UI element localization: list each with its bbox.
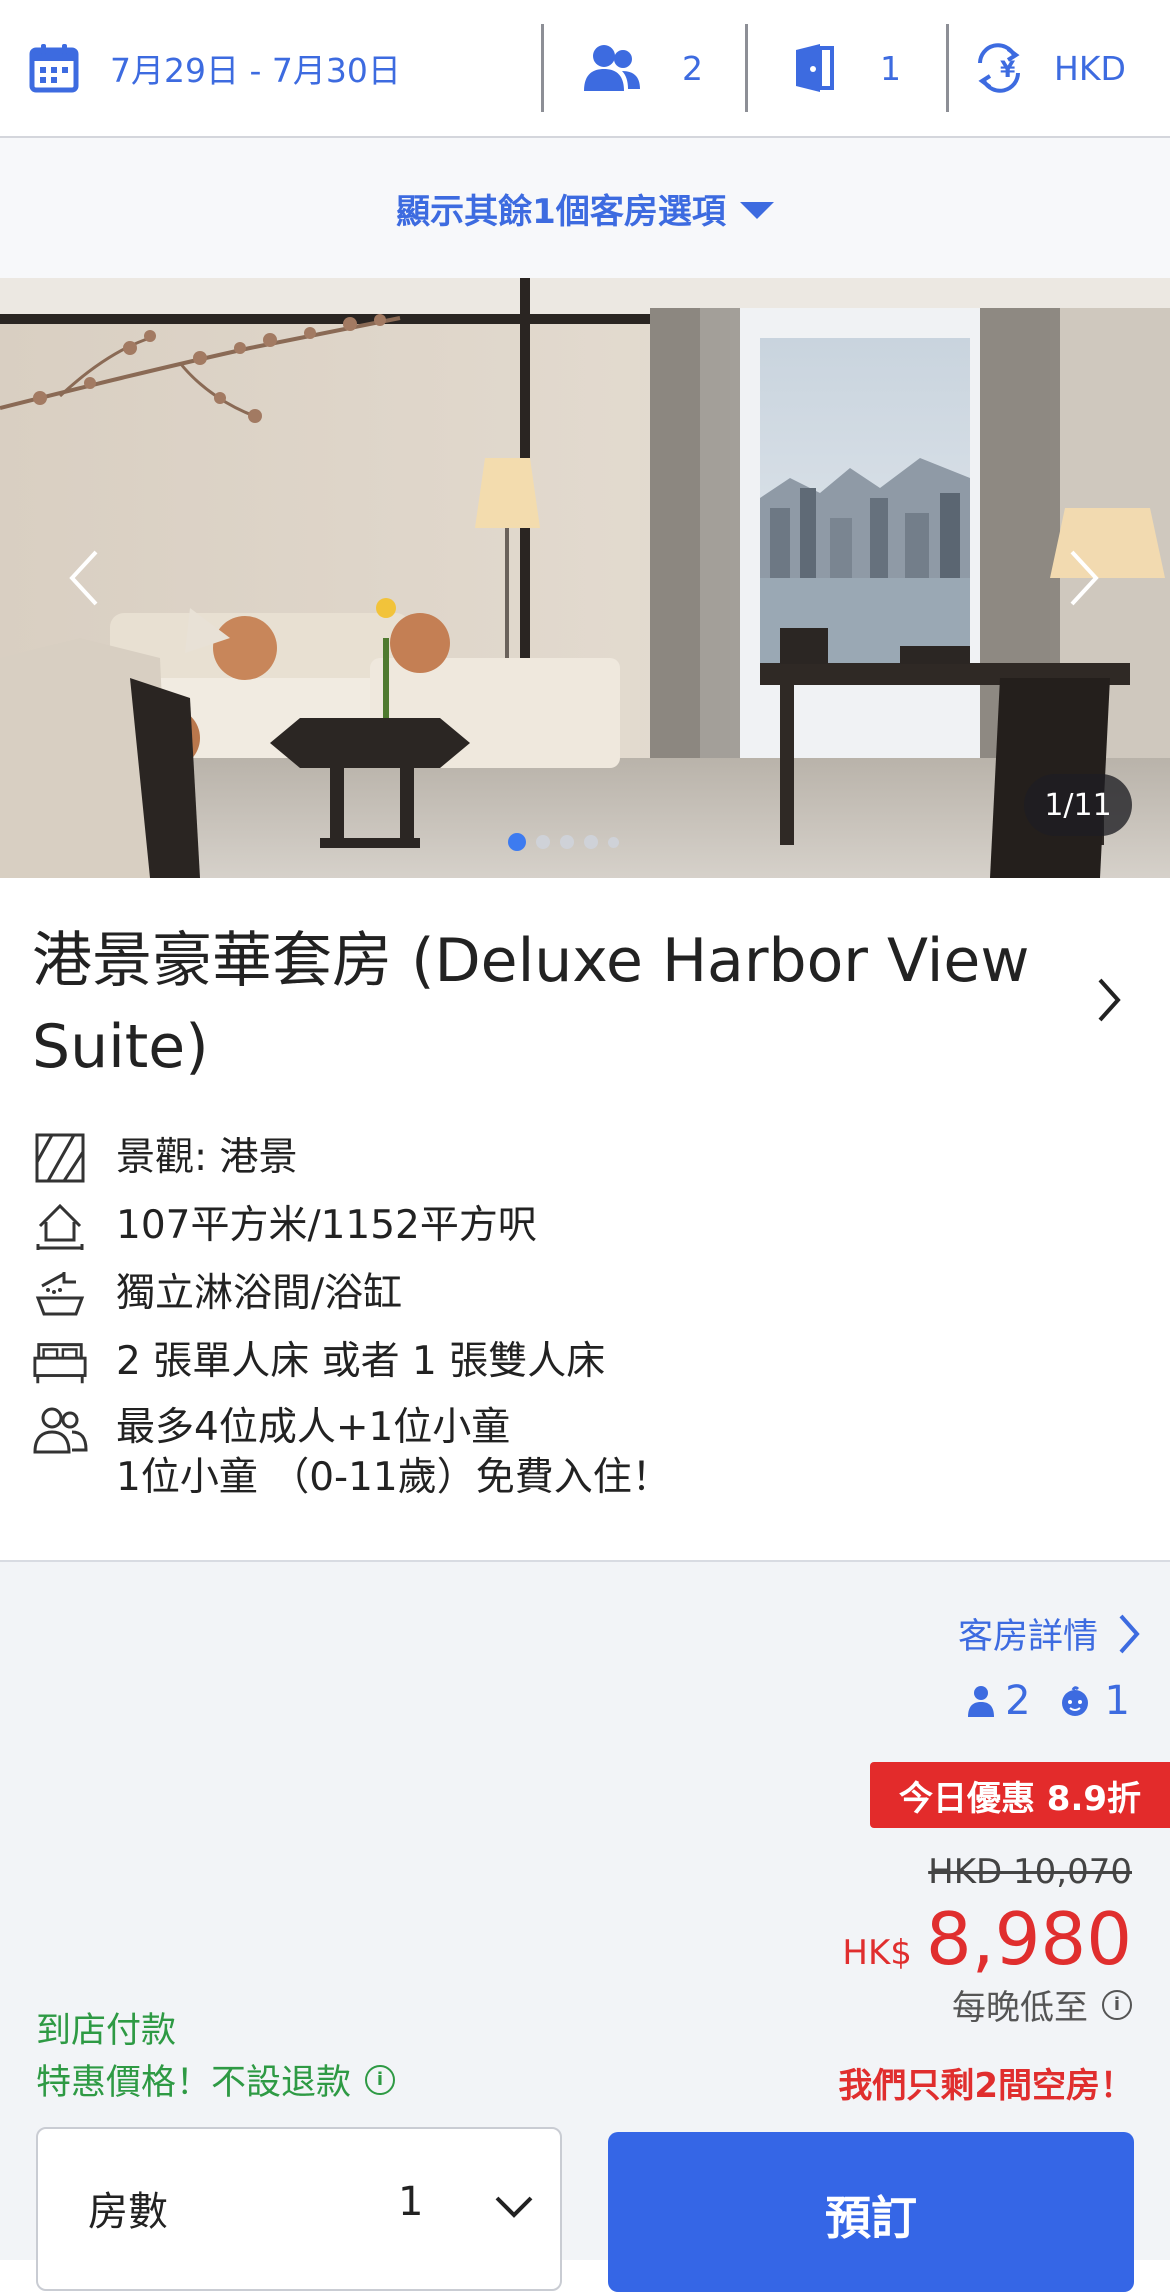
amenity-item: 最多4位成人+1位小童 1位小童 （0-11歲）免費入住！ <box>32 1402 671 1500</box>
show-more-label: 顯示其餘1個客房選項 <box>396 191 726 232</box>
carousel-dot[interactable] <box>584 835 598 849</box>
currency-code: HKD <box>1054 48 1126 88</box>
room-details-label: 客房詳情 <box>957 1617 1098 1657</box>
info-icon[interactable]: i <box>365 2064 396 2095</box>
carousel-dot[interactable] <box>536 835 550 849</box>
room-photo <box>0 278 1170 878</box>
carousel-dot[interactable] <box>508 833 526 851</box>
caret-down-icon <box>739 201 774 219</box>
divider <box>946 24 949 112</box>
rooms-left-warning: 我們只剩2間空房！ <box>838 2066 1134 2106</box>
date-range-selector[interactable]: 7月29日 - 7月30日 <box>28 0 401 136</box>
rooms-count: 1 <box>880 48 901 88</box>
carousel-dots <box>508 833 629 851</box>
rooms-selector[interactable]: 1 <box>794 0 901 136</box>
child-count: 1 <box>1104 1678 1130 1724</box>
amenity-item: 獨立淋浴間/浴缸 <box>32 1266 402 1322</box>
people-icon <box>33 1407 88 1454</box>
guests-count: 2 <box>682 48 703 88</box>
next-photo-icon[interactable] <box>1068 548 1100 608</box>
currency-selector[interactable]: ¥ HKD <box>974 0 1126 136</box>
amenity-item: 107平方米/1152平方呎 <box>32 1198 537 1254</box>
carousel-dot[interactable] <box>608 836 619 848</box>
child-icon <box>1061 1686 1088 1716</box>
room-quantity-label: 房數 <box>88 2189 168 2235</box>
amenity-text: 最多4位成人+1位小童 <box>116 1405 511 1450</box>
currency-exchange-icon: ¥ <box>978 43 1020 93</box>
room-details-link[interactable]: 客房詳情 <box>958 1608 1140 1659</box>
non-refundable-note: 特惠價格！不設退款 i <box>36 2054 396 2105</box>
adult-icon <box>968 1686 995 1717</box>
deal-badge: 今日優惠 8.9折 <box>870 1762 1170 1828</box>
book-button[interactable]: 預訂 <box>608 2132 1134 2292</box>
divider <box>745 24 748 112</box>
occupancy-summary: 2 1 <box>967 1678 1130 1724</box>
chevron-right-icon[interactable] <box>1096 976 1122 1024</box>
room-quantity-value: 1 <box>398 2179 424 2225</box>
date-range-text: 7月29日 - 7月30日 <box>110 51 401 90</box>
amenity-text: 107平方米/1152平方呎 <box>116 1203 537 1248</box>
room-quantity-select[interactable]: 房數 1 <box>36 2127 562 2291</box>
amenity-text: 2 張單人床 或者 1 張雙人床 <box>116 1339 606 1384</box>
current-price: HK$ 8,980 <box>842 1896 1132 1982</box>
amenity-text: 景觀: 港景 <box>116 1135 298 1180</box>
amenity-text: 獨立淋浴間/浴缸 <box>116 1271 403 1316</box>
info-icon[interactable]: i <box>1102 1989 1132 2020</box>
shower-icon <box>35 1272 85 1316</box>
rate-offer-card: 客房詳情 2 1 今日優惠 8.9折 HKD 10,070 HK$ 8,980 … <box>0 1560 1170 2292</box>
show-more-room-options-button[interactable]: 顯示其餘1個客房選項 <box>0 138 1170 278</box>
area-icon <box>36 1203 84 1250</box>
price-currency: HK$ <box>842 1933 912 1973</box>
adult-count: 2 <box>1005 1678 1031 1724</box>
guests-icon <box>584 45 640 91</box>
divider <box>541 24 544 112</box>
original-price: HKD 10,070 <box>928 1852 1132 1892</box>
chevron-down-icon <box>495 2196 533 2218</box>
room-title[interactable]: 港景豪華套房 (Deluxe Harbor View Suite) <box>32 918 1072 1090</box>
room-photo-carousel[interactable]: 1/11 <box>0 278 1170 878</box>
amenity-text-secondary: 1位小童 （0-11歲）免費入住！ <box>116 1455 671 1500</box>
bed-icon <box>33 1343 87 1384</box>
amenity-item: 景觀: 港景 <box>32 1130 298 1186</box>
photo-counter: 1/11 <box>1024 774 1132 836</box>
non-refundable-label: 特惠價格！不設退款 <box>36 2063 352 2103</box>
view-icon <box>35 1133 85 1183</box>
pay-at-hotel-label: 到店付款 <box>36 2011 177 2051</box>
calendar-icon <box>29 44 79 93</box>
previous-photo-icon[interactable] <box>68 548 100 608</box>
search-summary-bar: 7月29日 - 7月30日 2 1 ¥ HKD <box>0 0 1170 138</box>
door-icon <box>796 44 834 92</box>
svg-text:¥: ¥ <box>1000 58 1016 83</box>
carousel-dot[interactable] <box>560 835 574 849</box>
per-night-note: 每晚低至 i <box>952 1980 1132 2029</box>
per-night-label: 每晚低至 <box>952 1988 1088 2028</box>
amenity-item: 2 張單人床 或者 1 張雙人床 <box>32 1334 605 1390</box>
chevron-right-icon <box>1119 1614 1140 1653</box>
price-value: 8,980 <box>925 1897 1132 1981</box>
guests-selector[interactable]: 2 <box>582 0 703 136</box>
